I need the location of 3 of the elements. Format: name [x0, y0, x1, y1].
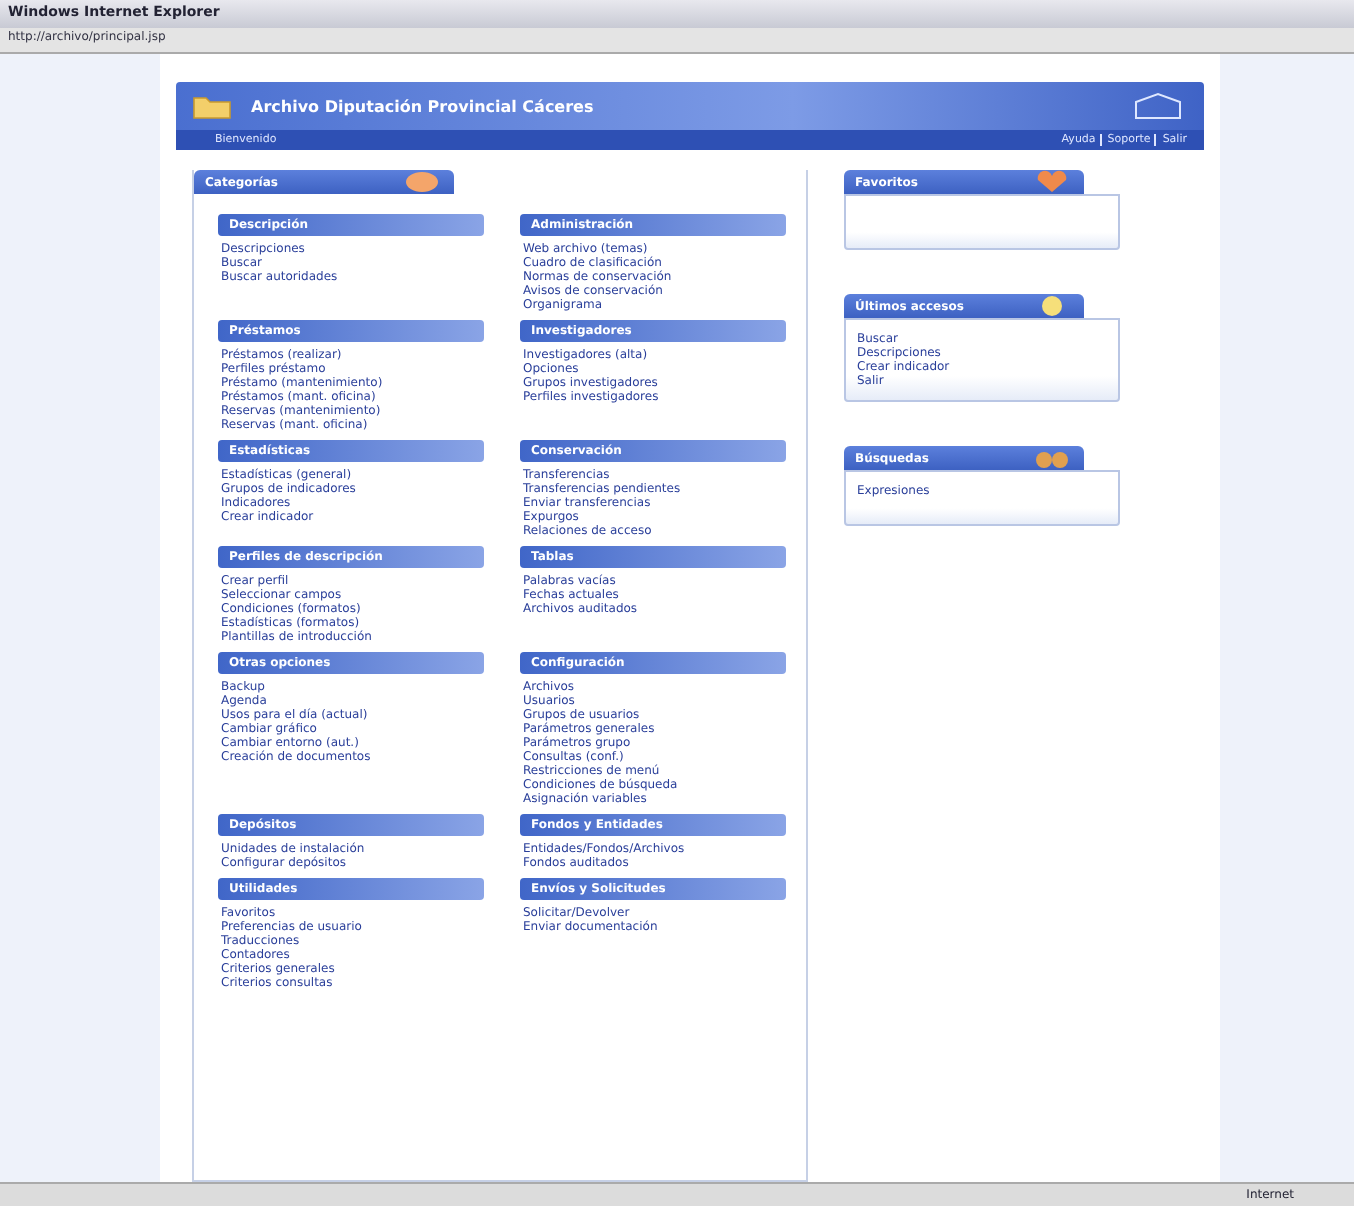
binoculars-icon — [1031, 446, 1071, 470]
folder-icon — [191, 92, 231, 120]
site-title: Archivo Diputación Provincial Cáceres — [251, 97, 596, 115]
